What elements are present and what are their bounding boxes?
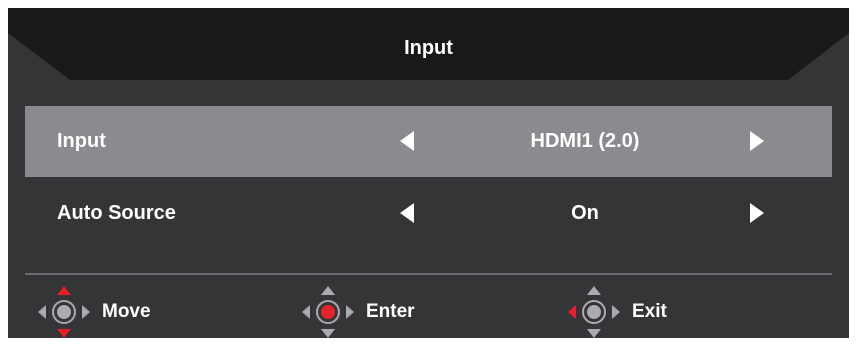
osd-menu-panel: Input Input HDMI1 (2.0) Auto Source On M… [8, 8, 849, 338]
menu-row-label: Auto Source [57, 202, 176, 224]
hint-label: Enter [366, 301, 415, 322]
joystick-enter-icon [302, 286, 354, 338]
menu-row-label: Input [57, 130, 106, 152]
page-title: Input [404, 37, 453, 59]
menu-row-value: HDMI1 (2.0) [530, 130, 640, 152]
joystick-exit-icon [568, 286, 620, 338]
menu-row-auto-source[interactable]: Auto Source On [25, 178, 832, 249]
joystick-move-icon [38, 286, 90, 338]
menu-row-input[interactable]: Input HDMI1 (2.0) [25, 106, 832, 177]
footer-divider [25, 273, 832, 275]
triangle-right-icon[interactable] [750, 203, 764, 223]
triangle-right-icon[interactable] [750, 131, 764, 151]
triangle-left-icon[interactable] [400, 131, 414, 151]
menu-row-value: On [571, 202, 599, 224]
hint-label: Move [102, 301, 151, 322]
hint-label: Exit [632, 301, 667, 322]
triangle-left-icon[interactable] [400, 203, 414, 223]
